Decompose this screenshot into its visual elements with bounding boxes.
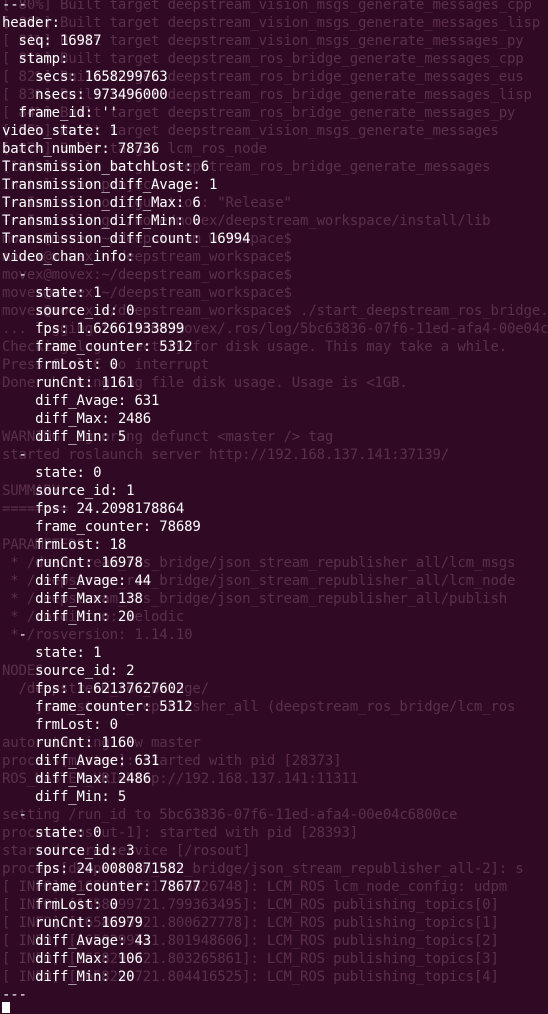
terminal-line: - [2,807,27,823]
terminal-line: runCnt: 1160 [2,735,135,751]
terminal-line: state: 0 [2,825,102,841]
terminal-line: diff_Max: 106 [2,951,143,967]
terminal-line: fps: 24.0080871582 [2,861,185,877]
terminal-line: Transmission_diff_Max: 6 [2,195,201,211]
terminal-output: --- header: seq: 16987 stamp: secs: 16582… [0,0,548,1014]
terminal-line: diff_Max: 2486 [2,771,152,787]
terminal-line: frame_counter: 5312 [2,699,193,715]
terminal-line: header: [2,15,60,31]
terminal-line: Transmission_diff_Avage: 1 [2,177,218,193]
terminal-line: source_id: 3 [2,843,135,859]
terminal-line: video_state: 1 [2,123,118,139]
terminal-line: runCnt: 1161 [2,375,135,391]
terminal-line: source_id: 1 [2,483,135,499]
terminal-cursor [2,1002,10,1013]
terminal-line: diff_Max: 138 [2,591,143,607]
terminal-line: seq: 16987 [2,33,102,49]
terminal-line: diff_Avage: 44 [2,573,152,589]
terminal-line: frmLost: 0 [2,897,118,913]
terminal-line: diff_Avage: 631 [2,393,160,409]
terminal-line: diff_Min: 20 [2,969,135,985]
terminal-line: frmLost: 18 [2,537,127,553]
terminal-line: frmLost: 0 [2,717,118,733]
terminal-line: runCnt: 16978 [2,555,143,571]
terminal-line: stamp: [2,51,69,67]
terminal-line: frame_id: '' [2,105,119,121]
terminal-line: state: 1 [2,645,102,661]
terminal-line: runCnt: 16979 [2,915,143,931]
terminal-line: diff_Min: 5 [2,429,127,445]
terminal-line: video_chan_info: [2,249,135,265]
terminal-line: nsecs: 973496000 [2,87,168,103]
terminal-line: Transmission_diff_count: 16994 [2,231,251,247]
terminal-line: state: 1 [2,285,102,301]
terminal-line: - [2,267,27,283]
terminal-line: fps: 1.62661933899 [2,321,185,337]
terminal-line: fps: 1.62137627602 [2,681,185,697]
terminal-line: diff_Avage: 631 [2,753,160,769]
terminal-line: source_id: 2 [2,663,135,679]
terminal-line: source_id: 0 [2,303,135,319]
terminal-line: --- [2,0,27,13]
terminal-line: - [2,447,27,463]
terminal-line: frmLost: 0 [2,357,118,373]
terminal-line: frame_counter: 78689 [2,519,201,535]
terminal-line: diff_Min: 20 [2,609,135,625]
terminal-line: diff_Avage: 43 [2,933,152,949]
terminal-line: Transmission_diff_Min: 0 [2,213,201,229]
terminal-line: fps: 24.2098178864 [2,501,185,517]
terminal-line: state: 0 [2,465,102,481]
terminal-line: frame_counter: 5312 [2,339,193,355]
terminal-line: - [2,627,27,643]
terminal-line: Transmission_batchLost: 6 [2,159,209,175]
terminal-line: secs: 1658299763 [2,69,168,85]
terminal-line: diff_Min: 5 [2,789,127,805]
terminal-line: frame_counter: 78677 [2,879,201,895]
terminal-line: batch_number: 78736 [2,141,160,157]
terminal-line: diff_Max: 2486 [2,411,152,427]
